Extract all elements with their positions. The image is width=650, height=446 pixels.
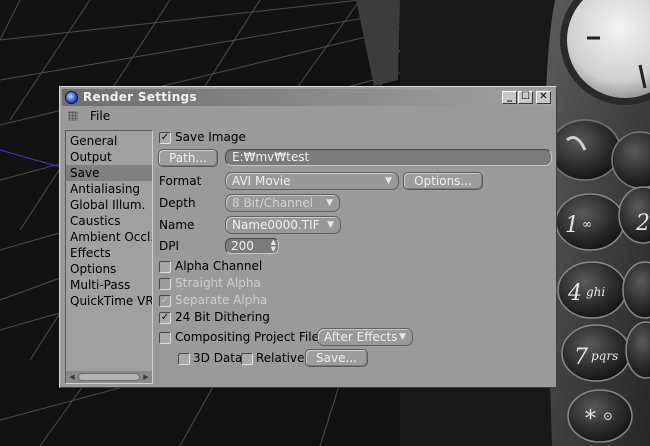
dropdown-arrow-icon: ▼ [326, 198, 333, 208]
minimize-button[interactable]: _ [502, 91, 517, 104]
save-image-checkbox[interactable]: ✓ [159, 132, 171, 144]
cinema4d-icon[interactable] [65, 91, 78, 104]
path-button[interactable]: Path... [158, 149, 218, 167]
horizontal-scrollbar[interactable]: ◀ ▶ [66, 371, 152, 383]
compositing-value: After Effects [324, 330, 398, 344]
straight-alpha-label: Straight Alpha [175, 276, 261, 290]
format-value: AVI Movie [232, 174, 291, 188]
name-value: Name0000.TIF [232, 218, 320, 232]
save-image-label: Save Image [175, 130, 246, 144]
dropdown-arrow-icon: ▼ [385, 176, 392, 186]
dpi-stepper[interactable]: 200 ▲ ▼ [225, 238, 279, 254]
nav-item-antialiasing[interactable]: Antialiasing [66, 181, 152, 197]
straight-alpha-checkbox[interactable] [159, 278, 171, 290]
nav-item-output[interactable]: Output [66, 149, 152, 165]
relative-label: Relative [256, 351, 305, 365]
phone-key-star-sub: ⊙ [603, 409, 613, 423]
format-label: Format [159, 174, 202, 188]
options-button[interactable]: Options... [403, 172, 483, 190]
maximize-button[interactable]: ☐ [518, 91, 533, 104]
dithering-checkbox[interactable]: ✓ [159, 312, 171, 324]
title-bar[interactable]: Render Settings _ ☐ ✕ [62, 89, 554, 106]
spin-down-icon[interactable]: ▼ [271, 245, 276, 253]
phone-key-2: 2 [635, 211, 650, 236]
phone-key-star: * [585, 407, 596, 432]
stepper-arrows-icon[interactable]: ▲ ▼ [271, 239, 276, 253]
scroll-left-icon[interactable]: ◀ [68, 373, 76, 381]
phone-key-1-sub: ∞ [582, 217, 592, 231]
settings-nav-list[interactable]: General Output Save Antialiasing Global … [65, 130, 153, 384]
format-dropdown[interactable]: AVI Movie ▼ [225, 172, 399, 190]
separate-alpha-checkbox[interactable]: ✓ [159, 295, 171, 307]
phone-key-1: 1 [565, 213, 579, 238]
depth-label: Depth [159, 196, 196, 210]
path-input[interactable]: E:₩mv₩test [225, 149, 552, 166]
depth-value: 8 Bit/Channel [232, 196, 314, 210]
grip-icon[interactable] [68, 111, 78, 121]
nav-item-multi-pass[interactable]: Multi-Pass [66, 277, 152, 293]
name-dropdown[interactable]: Name0000.TIF ▼ [225, 216, 341, 234]
scroll-right-icon[interactable]: ▶ [142, 373, 150, 381]
compositing-label: Compositing Project File [175, 330, 319, 344]
nav-item-ambient-occl[interactable]: Ambient Occl. [66, 229, 152, 245]
3d-data-label: 3D Data [193, 351, 243, 365]
separate-alpha-label: Separate Alpha [175, 293, 268, 307]
dithering-label: 24 Bit Dithering [175, 310, 270, 324]
save-button[interactable]: Save... [305, 349, 368, 367]
phone-key-7: 7 [574, 345, 588, 370]
menu-bar: File [62, 107, 554, 125]
dropdown-arrow-icon: ▼ [327, 220, 334, 230]
nav-item-save[interactable]: Save [66, 165, 152, 181]
3d-viewport: 1 ∞ 4 ghi 7 pqrs * ⊙ 2 Render Settings _… [0, 0, 650, 446]
3d-data-checkbox[interactable] [178, 353, 190, 365]
scroll-thumb[interactable] [78, 373, 140, 381]
alpha-channel-label: Alpha Channel [175, 259, 263, 273]
nav-item-general[interactable]: General [66, 133, 152, 149]
nav-item-global-illum[interactable]: Global Illum. [66, 197, 152, 213]
alpha-channel-checkbox[interactable] [159, 261, 171, 273]
phone-key-4-sub: ghi [586, 285, 605, 299]
phone-key-7-sub: pqrs [591, 349, 618, 363]
name-label: Name [159, 218, 195, 232]
relative-checkbox[interactable] [241, 353, 253, 365]
nav-item-caustics[interactable]: Caustics [66, 213, 152, 229]
close-button[interactable]: ✕ [536, 91, 551, 104]
nav-item-effects[interactable]: Effects [66, 245, 152, 261]
compositing-checkbox[interactable] [159, 332, 171, 344]
dpi-value: 200 [231, 239, 254, 253]
window-title: Render Settings [83, 90, 197, 104]
menu-file[interactable]: File [90, 109, 110, 123]
dropdown-arrow-icon: ▼ [399, 332, 406, 342]
nav-item-options[interactable]: Options [66, 261, 152, 277]
render-settings-window: Render Settings _ ☐ ✕ File General Outpu… [59, 86, 557, 388]
phone-key-4: 4 [567, 281, 582, 306]
dpi-label: DPI [159, 239, 180, 253]
compositing-dropdown[interactable]: After Effects ▼ [317, 328, 413, 346]
depth-dropdown[interactable]: 8 Bit/Channel ▼ [225, 194, 340, 212]
nav-item-quicktime-vr[interactable]: QuickTime VR [66, 293, 152, 309]
